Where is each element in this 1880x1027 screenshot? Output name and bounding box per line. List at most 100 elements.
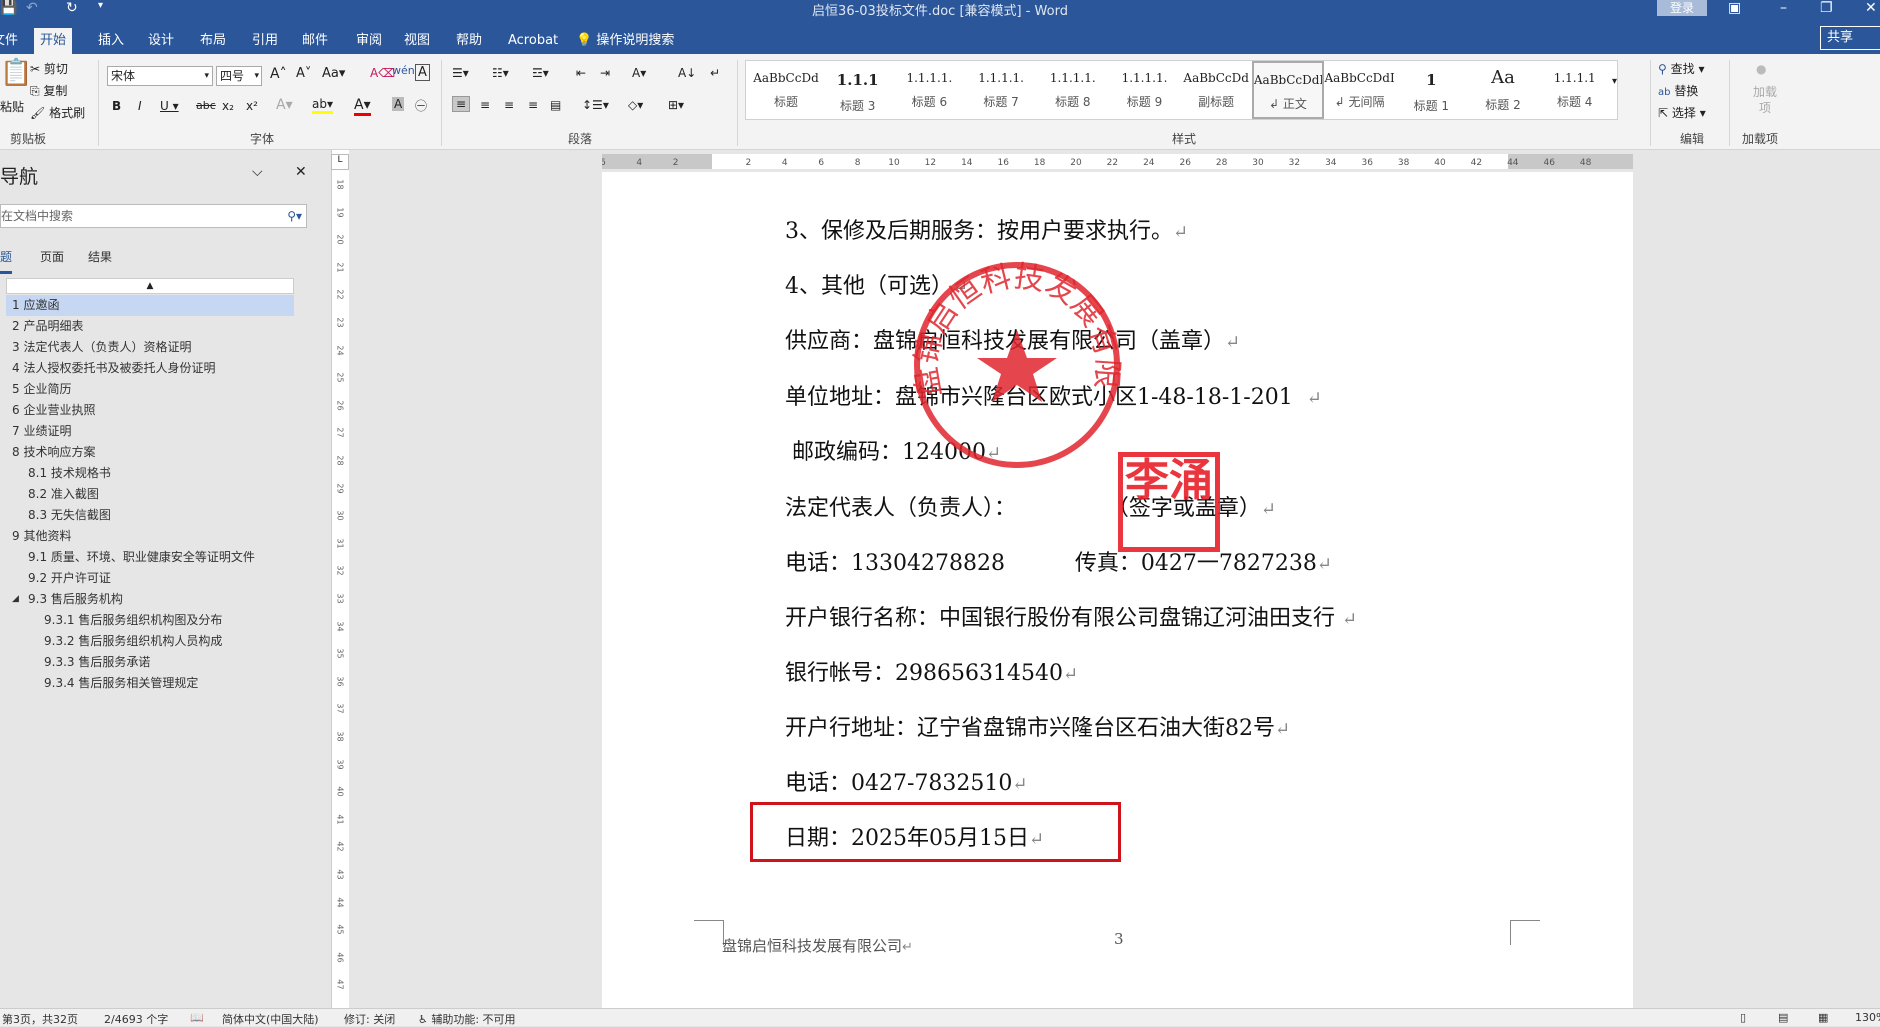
nav-heading-item[interactable]: 9.3.2 售后服务组织机构人员构成: [6, 631, 294, 652]
tab-9[interactable]: 帮助: [450, 28, 488, 54]
tab-4[interactable]: 布局: [194, 28, 232, 54]
word-count[interactable]: 2/4693 个字: [104, 1011, 168, 1027]
copy-button[interactable]: ⎘ 复制: [30, 82, 67, 99]
minimize-icon[interactable]: –: [1780, 0, 1787, 16]
shading-icon[interactable]: ◇▾: [628, 98, 643, 112]
nav-heading-item[interactable]: 1 应邀函: [6, 295, 294, 316]
align-center-icon[interactable]: ≡: [480, 98, 490, 112]
nav-tab-0[interactable]: 标题: [0, 248, 13, 274]
document-line[interactable]: 3、保修及后期服务：按用户要求执行。↵: [785, 213, 1188, 245]
document-line[interactable]: 开户银行名称：中国银行股份有限公司盘锦辽河油田支行 ↵: [785, 600, 1357, 632]
tab-1[interactable]: 开始: [34, 28, 73, 54]
document-line[interactable]: 银行帐号：298656314540↵: [785, 655, 1078, 687]
style-3[interactable]: 1.1.1.1. 标题 7: [965, 61, 1037, 119]
style-2[interactable]: 1.1.1.1. 标题 6: [893, 61, 965, 119]
highlight-icon[interactable]: ab▾: [312, 97, 333, 114]
decrease-indent-icon[interactable]: ⇤: [576, 66, 586, 80]
collapse-all-icon[interactable]: ▲: [6, 278, 294, 294]
track-changes-status[interactable]: 修订: 关闭: [344, 1011, 395, 1027]
paste-button[interactable]: 粘贴: [0, 98, 24, 115]
nav-heading-item[interactable]: 5 企业简历: [6, 379, 294, 400]
sort-icon[interactable]: A↓: [678, 66, 696, 80]
style-5[interactable]: 1.1.1.1. 标题 9: [1109, 61, 1181, 119]
text-effects-icon[interactable]: A▾: [276, 97, 293, 113]
document-line[interactable]: 开户行地址：辽宁省盘锦市兴隆台区石油大街82号↵: [785, 710, 1290, 742]
line-spacing-icon[interactable]: ↕☰▾: [582, 98, 609, 112]
underline-icon[interactable]: U ▾: [160, 99, 179, 113]
paste-icon[interactable]: 📋: [0, 58, 32, 88]
gallery-more-icon[interactable]: ▾: [1612, 76, 1617, 87]
horizontal-ruler[interactable]: 6 4 2 2 4 6 8 10 12 14 16 18 20 22 24 26 28 30 32 34 36 38 40 4…: [602, 154, 1633, 169]
tab-8[interactable]: 视图: [398, 28, 436, 54]
borders-icon[interactable]: ⊞▾: [668, 98, 684, 112]
print-layout-icon[interactable]: ▤: [1778, 1011, 1788, 1024]
nav-heading-item[interactable]: 6 企业营业执照: [6, 400, 294, 421]
select-button[interactable]: ⇱ 选择 ▾: [1658, 104, 1706, 121]
addins-button[interactable]: 加载项: [1752, 84, 1778, 116]
style-6[interactable]: AaBbCcDd 副标题: [1180, 61, 1252, 119]
phonetic-guide-icon[interactable]: wén: [392, 64, 415, 77]
page-count[interactable]: 第3页，共32页: [2, 1011, 78, 1027]
tab-10[interactable]: Acrobat: [502, 28, 564, 54]
document-line[interactable]: 电话：0427-7832510↵: [785, 765, 1028, 797]
strikethrough-icon[interactable]: abc: [196, 99, 216, 112]
style-9[interactable]: 1 标题 1: [1395, 61, 1467, 119]
ribbon-display-icon[interactable]: ▣: [1728, 0, 1741, 16]
nav-heading-item[interactable]: 7 业绩证明: [6, 421, 294, 442]
bullets-icon[interactable]: ☰▾: [452, 66, 469, 80]
web-layout-icon[interactable]: ▦: [1818, 1011, 1828, 1024]
document-line[interactable]: 电话：13304278828 传真：0427一7827238↵: [785, 545, 1332, 577]
show-marks-icon[interactable]: ↵: [710, 66, 720, 80]
nav-heading-item[interactable]: 2 产品明细表: [6, 316, 294, 337]
char-border-icon[interactable]: A: [415, 64, 430, 81]
italic-icon[interactable]: I: [138, 99, 142, 113]
nav-tab-2[interactable]: 结果: [88, 248, 112, 265]
nav-options-chevron-icon[interactable]: ⌵: [252, 164, 263, 180]
tab-5[interactable]: 引用: [246, 28, 284, 54]
tab-selector-icon[interactable]: L: [331, 154, 349, 170]
nav-heading-item[interactable]: 3 法定代表人（负责人）资格证明: [6, 337, 294, 358]
style-4[interactable]: 1.1.1.1. 标题 8: [1037, 61, 1109, 119]
increase-indent-icon[interactable]: ⇥: [600, 66, 610, 80]
align-right-icon[interactable]: ≡: [504, 98, 514, 112]
expand-triangle-icon[interactable]: ◢: [12, 589, 19, 610]
nav-heading-item[interactable]: 9.1 质量、环境、职业健康安全等证明文件: [6, 547, 294, 568]
subscript-icon[interactable]: x₂: [222, 99, 234, 113]
numbering-icon[interactable]: ☷▾: [492, 66, 509, 80]
tell-me-search[interactable]: 💡 操作说明搜索: [570, 28, 680, 54]
style-8[interactable]: AaBbCcDdI ↲ 无间隔: [1324, 61, 1396, 119]
language[interactable]: 简体中文(中国大陆): [222, 1011, 319, 1027]
multilevel-list-icon[interactable]: ☲▾: [532, 66, 549, 80]
read-mode-icon[interactable]: ▯: [1740, 1011, 1746, 1024]
nav-heading-item[interactable]: 9.3.4 售后服务相关管理规定: [6, 673, 294, 694]
grow-font-icon[interactable]: A˄: [270, 66, 287, 82]
tab-3[interactable]: 设计: [142, 28, 180, 54]
nav-close-icon[interactable]: ✕: [295, 164, 307, 180]
restore-icon[interactable]: ❐: [1820, 0, 1833, 16]
superscript-icon[interactable]: x²: [246, 99, 258, 113]
cut-button[interactable]: ✂ 剪切: [30, 60, 68, 77]
style-10[interactable]: Aa 标题 2: [1467, 61, 1539, 119]
distributed-icon[interactable]: ▤: [550, 98, 561, 112]
nav-heading-item[interactable]: 8 技术响应方案: [6, 442, 294, 463]
enclose-char-icon[interactable]: ㊀: [415, 97, 427, 114]
align-left-icon[interactable]: ≡: [452, 96, 471, 112]
justify-icon[interactable]: ≡: [528, 98, 538, 112]
style-11[interactable]: 1.1.1.1 标题 4: [1539, 61, 1611, 119]
nav-heading-item[interactable]: 9.3.3 售后服务承诺: [6, 652, 294, 673]
login-button[interactable]: 登录: [1657, 0, 1707, 16]
document-page[interactable]: 3、保修及后期服务：按用户要求执行。↵ 4、其他（可选）↵ 供应商：盘锦启恒科技发展…: [602, 172, 1633, 1008]
tab-6[interactable]: 邮件: [296, 28, 334, 54]
replace-button[interactable]: ab 替换: [1658, 82, 1698, 99]
find-button[interactable]: ⚲ 查找 ▾: [1658, 60, 1704, 77]
tab-0[interactable]: 文件: [0, 28, 24, 54]
proofing-icon[interactable]: 📖: [190, 1011, 204, 1024]
share-button[interactable]: 共享: [1820, 26, 1880, 50]
bold-icon[interactable]: B: [112, 99, 121, 113]
nav-heading-item[interactable]: 8.3 无失信截图: [6, 505, 294, 526]
style-1[interactable]: 1.1.1 标题 3: [822, 61, 894, 119]
nav-heading-item[interactable]: 4 法人授权委托书及被委托人身份证明: [6, 358, 294, 379]
font-name-select[interactable]: 宋体 ▾: [107, 66, 213, 86]
style-7[interactable]: AaBbCcDdI ↲ 正文: [1251, 61, 1324, 119]
format-painter-button[interactable]: 🖌 格式刷: [30, 104, 85, 121]
